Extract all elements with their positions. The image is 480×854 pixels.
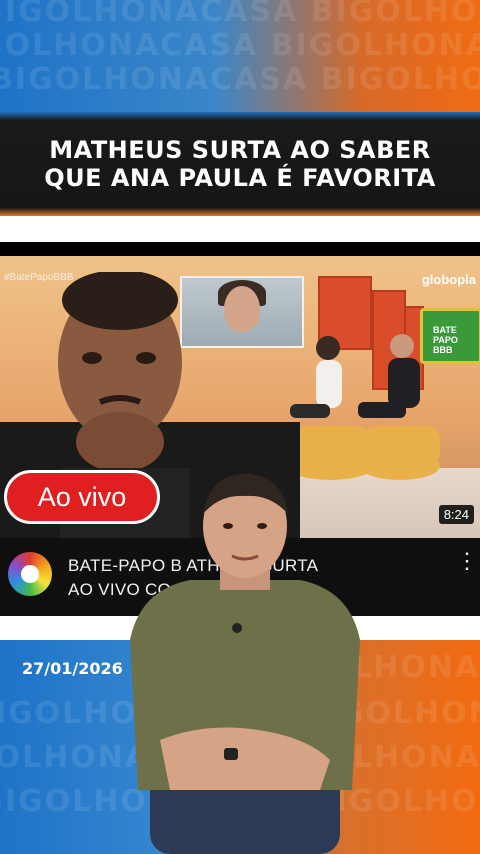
kebab-menu-icon[interactable]: ⋮ (456, 550, 478, 572)
date-label: 27/01/2026 (22, 659, 123, 678)
watermark-text: BIGOLHONACASA BIGOLHONACASA BIGOLHONACAS… (0, 0, 480, 29)
channel-avatar-icon[interactable] (8, 552, 52, 596)
top-background: BIGOLHONACASA BIGOLHONACASA BIGOLHONACAS… (0, 0, 480, 115)
watermark-text: BIGOLHONACASA BIGOLHONACASA BIGOLHONACAS… (0, 62, 480, 97)
headline-line-1: MATHEUS SURTA AO SABER (49, 136, 431, 164)
headline-band: MATHEUS SURTA AO SABER QUE ANA PAULA É F… (0, 112, 480, 216)
bbb-screen: BATE PAPO BBB (420, 308, 480, 364)
network-logo: globopla (421, 272, 476, 287)
bbb-screen-label: BATE PAPO BBB (433, 325, 458, 355)
watermark-text: BIGOLHONACASA BIGOLHONACASA BIGOLHONACAS… (0, 28, 480, 63)
presenter-photo (130, 474, 360, 854)
video-duration: 8:24 (438, 505, 474, 524)
spacer (0, 216, 480, 242)
headline-line-2: QUE ANA PAULA É FAVORITA (44, 164, 436, 192)
